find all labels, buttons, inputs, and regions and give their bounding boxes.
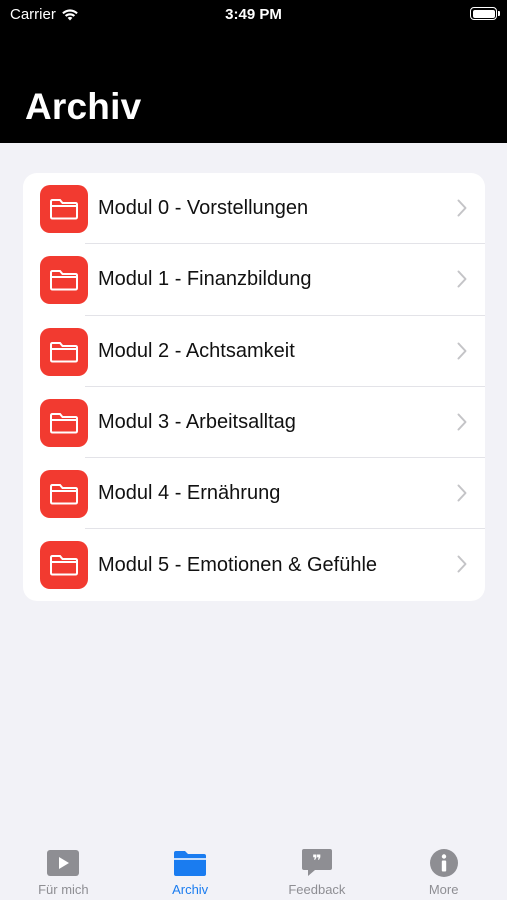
navigation-header: Carrier 3:49 PM Archiv [0, 0, 507, 143]
folder-icon [40, 470, 88, 519]
module-label: Modul 5 - Emotionen & Gefühle [98, 553, 378, 576]
folder-icon [174, 851, 207, 876]
module-label: Modul 0 - Vorstellungen [98, 197, 309, 220]
folder-icon [40, 185, 88, 233]
module-label: Modul 4 - Ernährung [98, 482, 281, 505]
page-title: Archiv [25, 86, 142, 127]
module-label: Modul 3 - Arbeitsalltag [98, 411, 296, 434]
chevron-right-icon [457, 342, 467, 360]
module-label: Modul 1 - Finanzbildung [98, 268, 312, 291]
tab-label: Für mich [38, 882, 89, 897]
tab-fuer-mich[interactable]: Für mich [0, 836, 127, 900]
folder-icon [40, 327, 88, 376]
chevron-right-icon [457, 199, 467, 217]
folder-icon [40, 398, 88, 447]
chevron-right-icon [457, 413, 467, 431]
module-row-3[interactable]: Modul 3 - Arbeitsalltag [23, 387, 485, 459]
info-icon [429, 849, 458, 877]
folder-icon [40, 541, 88, 590]
tab-archiv[interactable]: Archiv [127, 836, 254, 900]
folder-icon [40, 256, 88, 305]
module-row-2[interactable]: Modul 2 - Achtsamkeit [23, 316, 485, 387]
tab-label: Feedback [288, 882, 346, 897]
tab-label: More [428, 882, 459, 897]
svg-text:❞: ❞ [312, 851, 321, 870]
battery-icon [470, 7, 500, 20]
chevron-right-icon [457, 270, 467, 288]
module-row-1[interactable]: Modul 1 - Finanzbildung [23, 244, 485, 316]
module-row-0[interactable]: Modul 0 - Vorstellungen [23, 173, 485, 245]
status-bar: Carrier 3:49 PM [0, 0, 507, 30]
tab-more[interactable]: More [380, 836, 507, 900]
play-icon [47, 850, 80, 876]
module-list: Modul 0 - Vorstellungen Modul 1 - Finanz… [23, 173, 485, 601]
chevron-right-icon [457, 555, 467, 573]
quote-bubble-icon: ❞ [301, 849, 332, 876]
tab-feedback[interactable]: ❞ Feedback [254, 836, 381, 900]
tab-bar: Für mich Archiv ❞ Feedback More [0, 836, 507, 900]
chevron-right-icon [457, 484, 467, 502]
status-time: 3:49 PM [225, 6, 282, 23]
module-row-4[interactable]: Modul 4 - Ernährung [23, 458, 485, 530]
module-row-5[interactable]: Modul 5 - Emotionen & Gefühle [23, 529, 485, 600]
module-label: Modul 2 - Achtsamkeit [98, 339, 295, 362]
tab-label: Archiv [172, 882, 209, 897]
